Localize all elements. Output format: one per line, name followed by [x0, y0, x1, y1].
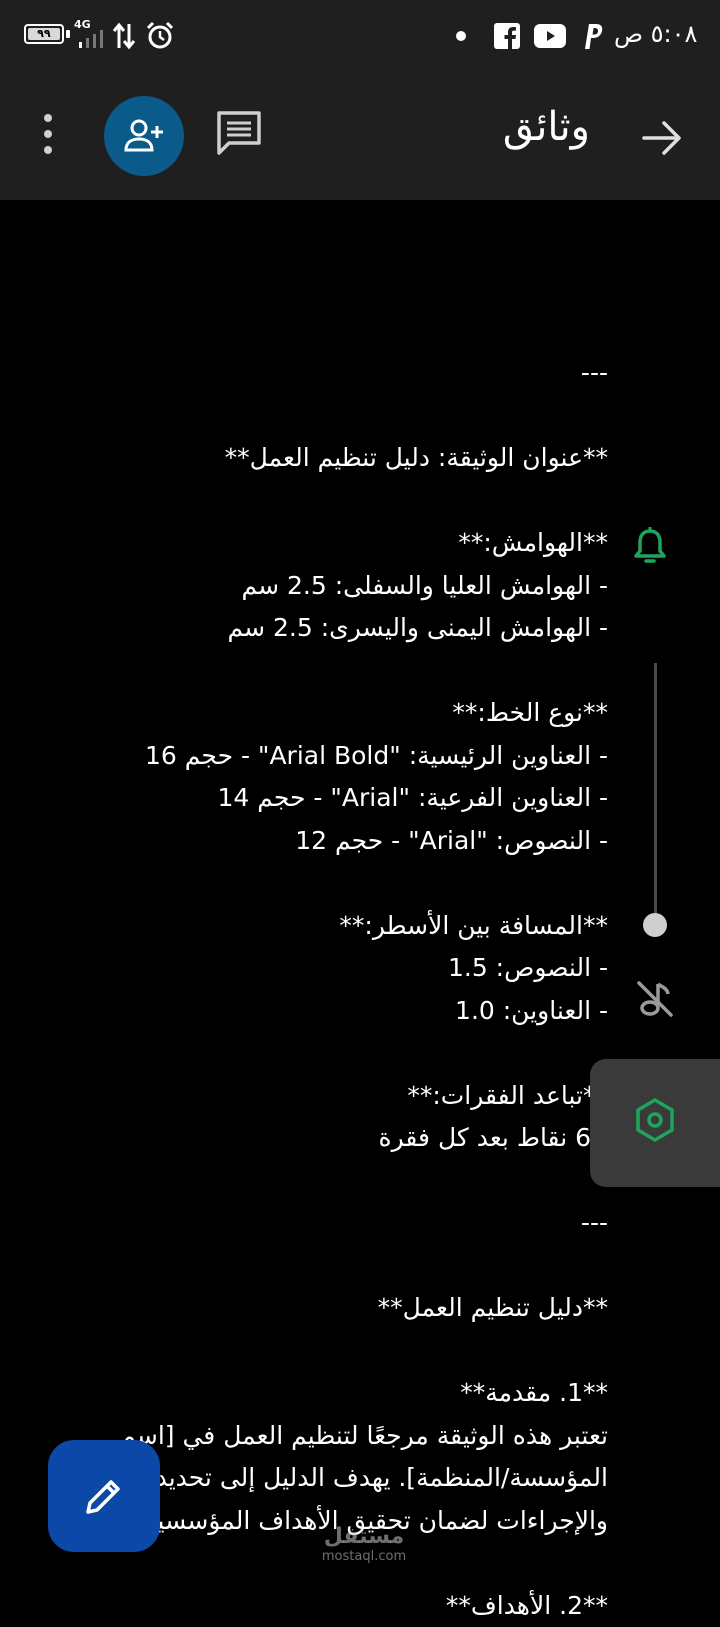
doc-line: ---	[48, 352, 608, 395]
doc-line: - 6 نقاط بعد كل فقرة	[48, 1117, 608, 1160]
doc-line: - العناوين الفرعية: "Arial" - حجم 14	[48, 777, 608, 820]
back-button[interactable]	[640, 116, 684, 160]
blank-line	[48, 1160, 608, 1203]
doc-line: **2. الأهداف**	[48, 1585, 608, 1627]
signal-icon	[78, 30, 104, 48]
doc-line: - النصوص: 1.5	[48, 947, 608, 990]
doc-line: - العناوين الرئيسية: "Arial Bold" - حجم …	[48, 735, 608, 778]
top-bar: ٩٩ 4G ٥:٠٨ ص	[0, 0, 720, 200]
watermark-latin: mostaql.com	[316, 1549, 412, 1564]
blank-line	[48, 862, 608, 905]
status-clock: ٥:٠٨ ص	[614, 20, 697, 48]
watermark-arabic: مستقل	[316, 1525, 412, 1549]
battery-tip	[66, 30, 70, 38]
edit-button[interactable]	[48, 1440, 160, 1552]
comment-icon	[219, 113, 259, 153]
scroll-thumb[interactable]	[643, 913, 667, 937]
doc-line: ---	[48, 1202, 608, 1245]
edit-pencil-icon	[82, 1474, 126, 1518]
alarm-icon	[146, 22, 174, 50]
doc-line: **تباعد الفقرات:**	[48, 1075, 608, 1118]
paypal-icon	[582, 22, 604, 50]
blank-line	[48, 480, 608, 523]
blank-line	[48, 395, 608, 438]
page-title: وثائق	[440, 104, 590, 150]
blank-line	[48, 1032, 608, 1075]
bell-icon	[636, 527, 664, 561]
add-user-icon	[124, 118, 164, 154]
scroll-track[interactable]	[654, 663, 657, 925]
mute-icon[interactable]	[634, 978, 676, 1020]
youtube-icon	[534, 24, 566, 48]
notification-dot-icon	[456, 31, 466, 41]
doc-line: **دليل تنظيم العمل**	[48, 1287, 608, 1330]
battery-level: ٩٩	[28, 28, 60, 40]
watermark: مستقل mostaql.com	[316, 1525, 412, 1564]
document-body[interactable]: --- **عنوان الوثيقة: دليل تنظيم العمل** **…	[48, 352, 608, 1627]
blank-line	[48, 650, 608, 693]
battery-icon: ٩٩	[24, 24, 64, 44]
status-bar: ٩٩ 4G ٥:٠٨ ص	[0, 0, 720, 70]
reminder-button[interactable]	[628, 524, 672, 568]
blank-line	[48, 1245, 608, 1288]
settings-panel[interactable]	[590, 1059, 720, 1187]
blank-line	[48, 1330, 608, 1373]
add-collaborator-button[interactable]	[104, 96, 184, 176]
facebook-icon	[494, 23, 520, 49]
arrow-forward-icon	[644, 123, 679, 153]
doc-line: - الهوامش العليا والسفلى: 2.5 سم	[48, 565, 608, 608]
doc-line: **الهوامش:**	[48, 522, 608, 565]
doc-line: **1. مقدمة**	[48, 1372, 608, 1415]
more-vert-icon	[44, 114, 52, 154]
settings-hexagon-icon	[632, 1097, 678, 1143]
more-options-button[interactable]	[28, 112, 68, 156]
doc-line: - النصوص: "Arial" - حجم 12	[48, 820, 608, 863]
comments-button[interactable]	[216, 110, 262, 156]
data-arrows-icon	[112, 22, 136, 50]
doc-line: - الهوامش اليمنى واليسرى: 2.5 سم	[48, 607, 608, 650]
doc-line: **نوع الخط:**	[48, 692, 608, 735]
doc-line: **المسافة بين الأسطر:**	[48, 905, 608, 948]
doc-line: - العناوين: 1.0	[48, 990, 608, 1033]
doc-line: **عنوان الوثيقة: دليل تنظيم العمل**	[48, 437, 608, 480]
